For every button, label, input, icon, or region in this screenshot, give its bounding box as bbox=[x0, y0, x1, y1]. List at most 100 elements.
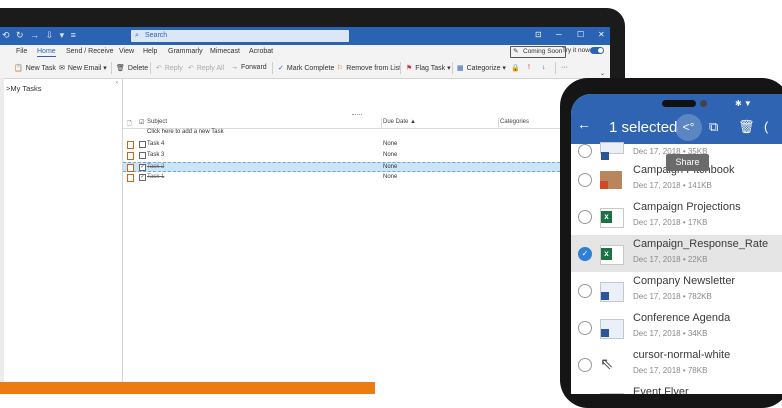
lock-icon[interactable]: 🔒 bbox=[511, 64, 520, 72]
chevron-down-icon[interactable]: ⌄ bbox=[600, 70, 605, 77]
phone-screen: ✱ ▼ ← 1 selected <° ⧉ 🗑 ( Dec 17, 2018 •… bbox=[571, 94, 782, 394]
new-task-button[interactable]: 📋 New Task bbox=[14, 64, 56, 72]
menu-send-receive[interactable]: Send / Receive bbox=[66, 48, 113, 55]
menu-view[interactable]: View bbox=[119, 48, 134, 55]
search-placeholder: Search bbox=[145, 32, 168, 39]
search-box[interactable]: ⌕ Search bbox=[131, 30, 349, 42]
list-item-selected[interactable]: ✓ x Campaign_Response_Rate Dec 17, 2018 … bbox=[571, 235, 782, 272]
table-row[interactable]: Task 4 None bbox=[123, 140, 610, 150]
task-checkbox-checked[interactable]: ✓ bbox=[139, 174, 146, 181]
word-file-icon bbox=[600, 142, 624, 160]
file-name: Event Flyer bbox=[633, 386, 689, 394]
select-radio[interactable] bbox=[578, 321, 592, 335]
ribbon-toolbar: 📋 New Task ✉ New Email ▾ 🗑 Delete ↶ Reply ↶ R… bbox=[0, 58, 610, 79]
task-subject: Task 1 bbox=[147, 174, 165, 180]
task-checkbox[interactable] bbox=[139, 152, 146, 159]
delete-label: Delete bbox=[127, 65, 149, 72]
file-meta: Dec 17, 2018 • 141KB bbox=[633, 181, 712, 190]
minimize-icon[interactable]: ─ bbox=[556, 30, 562, 39]
table-row[interactable]: Task 3 None bbox=[123, 151, 610, 161]
share-tooltip: Share bbox=[666, 154, 709, 171]
select-radio[interactable] bbox=[578, 358, 592, 372]
list-item[interactable]: Conference Agenda Dec 17, 2018 • 34KB bbox=[571, 309, 782, 346]
envelope-icon: ✉ bbox=[59, 65, 65, 72]
folder-pane: ‹ bbox=[0, 78, 123, 394]
more-options-button[interactable]: ··· bbox=[561, 64, 568, 71]
task-checkbox[interactable] bbox=[139, 141, 146, 148]
high-importance-icon[interactable]: ! bbox=[528, 64, 530, 71]
due-date-column-header[interactable]: Due Date ▲ bbox=[383, 119, 416, 125]
categories-column-header[interactable]: Categories bbox=[500, 119, 529, 125]
folder-label: My Tasks bbox=[10, 84, 42, 93]
laptop-frame: ⟲ ↻ → ⇩ ▾ ≡ ⌕ Search ⊡ ─ ☐ ✕ File Home S… bbox=[0, 8, 625, 394]
flag-task-button[interactable]: ⚑ Flag Task ▾ bbox=[406, 64, 451, 72]
task-checkbox-checked[interactable]: ✓ bbox=[139, 164, 146, 171]
file-name: cursor-normal-white bbox=[633, 349, 731, 361]
forward-button[interactable]: → Forward bbox=[231, 64, 267, 71]
outlook-window: ⟲ ↻ → ⇩ ▾ ≡ ⌕ Search ⊡ ─ ☐ ✕ File Home S… bbox=[0, 27, 610, 394]
task-icon bbox=[127, 141, 134, 149]
new-outlook-toggle[interactable] bbox=[590, 47, 604, 54]
quick-access-toolbar[interactable]: ⟲ ↻ → ⇩ ▾ ≡ bbox=[2, 30, 78, 41]
low-importance-icon[interactable]: ↓ bbox=[542, 64, 546, 71]
task-icon bbox=[127, 152, 134, 160]
menu-grammarly[interactable]: Grammarly bbox=[168, 48, 203, 55]
subject-column-header[interactable]: Subject bbox=[147, 119, 167, 125]
clipboard-icon: 📋 bbox=[14, 65, 23, 72]
status-icons: ✱ ▼ bbox=[735, 99, 752, 108]
select-radio[interactable] bbox=[578, 173, 592, 187]
flag-icon: ⚑ bbox=[406, 65, 413, 72]
flag-task-label: Flag Task bbox=[415, 65, 446, 72]
table-row[interactable]: ✓ Task 1 None bbox=[123, 173, 610, 183]
task-list: 🗋 ☑ Subject Due Date ▲ Categories Click … bbox=[123, 78, 610, 394]
table-row-selected[interactable]: ✓ Task 2 None bbox=[123, 162, 610, 172]
remove-flag-icon: ⚐ bbox=[337, 65, 344, 72]
reply-button[interactable]: ↶ Reply bbox=[156, 64, 183, 72]
menu-help[interactable]: Help bbox=[143, 48, 157, 55]
list-item[interactable]: Event Flyer bbox=[571, 383, 782, 394]
remove-from-list-button[interactable]: ⚐ Remove from List bbox=[337, 64, 401, 72]
excel-file-icon: x bbox=[600, 245, 624, 265]
ribbon-divider bbox=[452, 62, 453, 74]
ribbon-divider bbox=[555, 62, 556, 74]
categorize-icon: ▦ bbox=[457, 65, 464, 72]
resize-handle[interactable] bbox=[352, 114, 362, 116]
edit-icon: ✎ bbox=[513, 48, 519, 55]
menu-mimecast[interactable]: Mimecast bbox=[210, 48, 240, 55]
categorize-button[interactable]: ▦ Categorize ▾ bbox=[457, 64, 506, 72]
task-due-date: None bbox=[383, 174, 398, 180]
menu-home[interactable]: Home bbox=[37, 48, 56, 57]
reply-all-button[interactable]: ↶ Reply All bbox=[188, 64, 224, 72]
select-radio-checked[interactable]: ✓ bbox=[578, 247, 592, 261]
coming-soon-label: Coming Soon bbox=[523, 48, 563, 55]
ribbon-display-icon[interactable]: ⊡ bbox=[535, 30, 542, 39]
folder-my-tasks[interactable]: >My Tasks bbox=[6, 84, 42, 93]
powerpoint-file-icon bbox=[600, 171, 622, 189]
menu-acrobat[interactable]: Acrobat bbox=[249, 48, 273, 55]
publisher-file-icon bbox=[600, 282, 624, 302]
select-radio[interactable] bbox=[578, 284, 592, 298]
close-icon[interactable]: ✕ bbox=[598, 30, 605, 39]
list-item[interactable]: Company Newsletter Dec 17, 2018 • 782KB bbox=[571, 272, 782, 309]
select-radio[interactable] bbox=[578, 144, 592, 158]
menu-bar: File Home Send / Receive View Help Gramm… bbox=[0, 45, 610, 58]
menu-file[interactable]: File bbox=[16, 48, 27, 55]
select-radio[interactable] bbox=[578, 210, 592, 224]
new-task-prompt: Click here to add a new Task bbox=[147, 129, 224, 135]
list-item[interactable]: x Campaign Projections Dec 17, 2018 • 17… bbox=[571, 198, 782, 235]
delete-button[interactable]: 🗑 Delete bbox=[116, 64, 148, 72]
collapse-pane-icon[interactable]: ‹ bbox=[116, 80, 118, 86]
list-item[interactable]: ⇖ cursor-normal-white Dec 17, 2018 • 78K… bbox=[571, 346, 782, 383]
new-email-button[interactable]: ✉ New Email ▾ bbox=[59, 64, 107, 72]
coming-soon-badge[interactable]: ✎ Coming Soon bbox=[510, 46, 567, 58]
new-task-row[interactable]: Click here to add a new Task bbox=[123, 128, 610, 138]
search-icon: ⌕ bbox=[135, 32, 139, 39]
maximize-icon[interactable]: ☐ bbox=[577, 30, 584, 39]
try-it-now-label: Try it now bbox=[562, 47, 590, 54]
complete-column-icon[interactable]: ☑ bbox=[139, 119, 144, 126]
task-icon bbox=[127, 164, 134, 172]
mark-complete-button[interactable]: ✓ Mark Complete bbox=[278, 64, 334, 72]
file-meta: Dec 17, 2018 • 78KB bbox=[633, 366, 708, 375]
back-arrow-icon[interactable]: ← bbox=[577, 116, 591, 132]
excel-file-icon: x bbox=[600, 208, 624, 228]
